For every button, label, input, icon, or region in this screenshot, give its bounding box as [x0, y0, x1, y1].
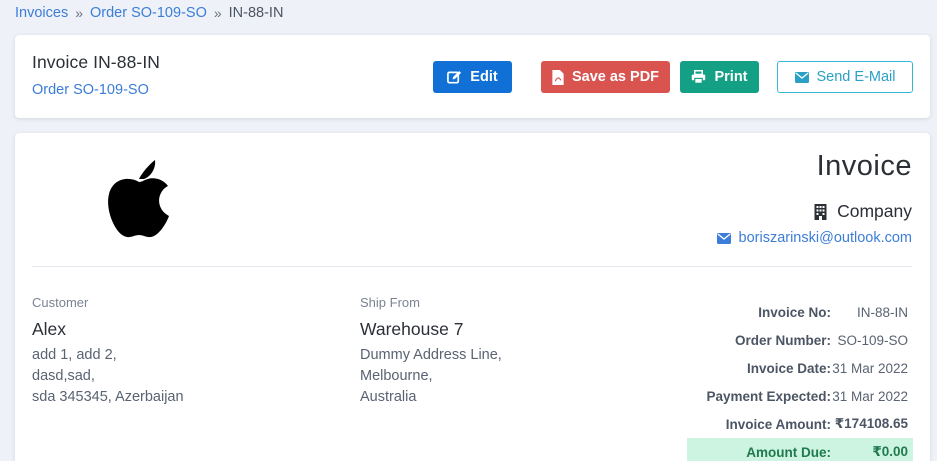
breadcrumb-current: IN-88-IN	[228, 5, 284, 21]
ship-from-address-line: Australia	[360, 389, 417, 405]
summary-label: Invoice No:	[758, 304, 831, 320]
summary-value: 31 Mar 2022	[832, 360, 908, 376]
summary-value: IN-88-IN	[856, 304, 908, 320]
save-as-pdf-label: Save as PDF	[571, 69, 660, 85]
ship-from-block: Ship From Warehouse 7 Dummy Address Line…	[360, 295, 502, 405]
document-title: Invoice	[816, 150, 912, 182]
customer-label: Customer	[32, 295, 89, 310]
invoice-document-card: Invoice Company boriszarinski@outlook.co…	[15, 133, 930, 461]
apple-logo-icon	[108, 160, 169, 238]
summary-label: Invoice Date:	[746, 360, 831, 376]
file-pdf-icon	[552, 69, 564, 85]
customer-block: Customer Alex add 1, add 2, dasd,sad, sd…	[32, 295, 184, 405]
breadcrumb-separator: »	[213, 5, 222, 21]
breadcrumb-order[interactable]: Order SO-109-SO	[90, 5, 207, 21]
envelope-icon	[716, 232, 731, 244]
print-button[interactable]: Print	[680, 61, 759, 93]
customer-address-line: add 1, add 2,	[32, 347, 117, 363]
save-as-pdf-button[interactable]: Save as PDF	[541, 61, 670, 93]
edit-button[interactable]: Edit	[433, 61, 512, 93]
summary-row-invoice-amount: Invoice Amount: ₹174108.65	[687, 410, 913, 438]
building-icon	[814, 203, 827, 220]
envelope-icon	[794, 71, 809, 83]
order-link[interactable]: Order SO-109-SO	[32, 82, 149, 98]
send-email-button[interactable]: Send E-Mail	[777, 61, 913, 93]
page-title: Invoice IN-88-IN	[32, 52, 161, 72]
invoice-summary: Invoice No: IN-88-IN Order Number: SO-10…	[687, 298, 913, 461]
breadcrumb-separator: »	[75, 5, 83, 21]
summary-value: ₹0.00	[872, 444, 908, 459]
edit-button-label: Edit	[470, 69, 498, 85]
summary-label: Amount Due:	[746, 444, 831, 460]
print-icon	[692, 70, 706, 84]
summary-row-payment-expected: Payment Expected: 31 Mar 2022	[687, 382, 913, 410]
company-name: Company	[837, 201, 912, 221]
ship-from-label: Ship From	[360, 295, 420, 310]
summary-row-invoice-date: Invoice Date: 31 Mar 2022	[687, 354, 913, 382]
customer-address-line: dasd,sad,	[32, 368, 95, 384]
summary-row-order-number: Order Number: SO-109-SO	[687, 326, 913, 354]
summary-value: 31 Mar 2022	[832, 388, 908, 404]
breadcrumb: Invoices » Order SO-109-SO » IN-88-IN	[15, 5, 283, 21]
summary-label: Order Number:	[734, 332, 831, 348]
breadcrumb-invoices[interactable]: Invoices	[15, 5, 68, 21]
send-email-label: Send E-Mail	[816, 69, 896, 85]
customer-address-line: sda 345345, Azerbaijan	[32, 389, 184, 405]
ship-from-address-line: Melbourne,	[360, 368, 433, 384]
summary-value: ₹174108.65	[834, 416, 908, 431]
customer-name: Alex	[32, 319, 67, 339]
invoice-header-card: Invoice IN-88-IN Order SO-109-SO Edit Sa…	[15, 35, 930, 118]
summary-row-amount-due: Amount Due: ₹0.00	[687, 438, 913, 461]
summary-label: Payment Expected:	[706, 388, 831, 404]
edit-icon	[447, 70, 462, 83]
company-email-text: boriszarinski@outlook.com	[738, 230, 912, 246]
summary-value: SO-109-SO	[837, 332, 908, 348]
divider	[32, 266, 912, 267]
company-email[interactable]: boriszarinski@outlook.com	[716, 230, 912, 246]
summary-row-invoice-no: Invoice No: IN-88-IN	[687, 298, 913, 326]
summary-label: Invoice Amount:	[725, 416, 831, 432]
print-button-label: Print	[714, 69, 748, 85]
ship-from-address-line: Dummy Address Line,	[360, 347, 502, 363]
ship-from-name: Warehouse 7	[360, 319, 464, 339]
company-line: Company	[814, 201, 912, 222]
